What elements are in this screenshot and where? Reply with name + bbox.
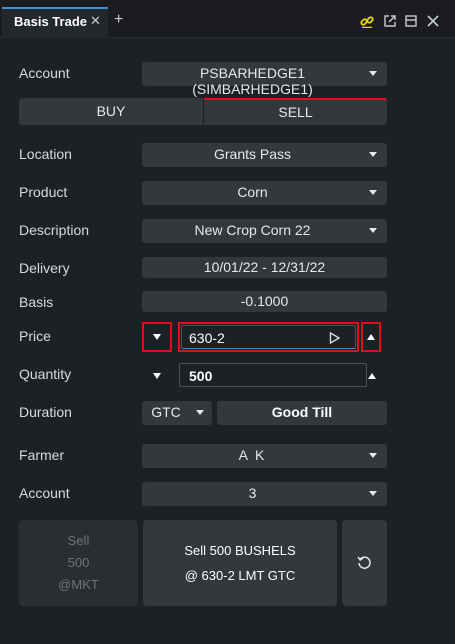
delivery-value: 10/01/22 - 12/31/22 — [203, 259, 326, 275]
tab-basis-trade[interactable]: Basis Trade ✕ — [2, 7, 108, 38]
duration-select[interactable]: GTC — [142, 401, 212, 425]
good-till-label: Good Till — [271, 404, 333, 420]
price-value: 630-2 — [189, 330, 225, 346]
product-select[interactable]: Corn — [142, 181, 387, 205]
sell-button[interactable]: SELL — [204, 98, 387, 125]
sell-market-line3: @MKT — [58, 577, 99, 592]
caret-up-icon — [367, 334, 375, 340]
popout-icon[interactable] — [383, 14, 397, 28]
duration-value: GTC — [151, 404, 181, 420]
sub-account-value: 3 — [248, 485, 257, 501]
close-window-icon[interactable] — [426, 14, 440, 28]
chevron-down-icon — [196, 410, 204, 415]
location-label: Location — [19, 146, 72, 162]
tab-bar: Basis Trade ✕ + — [0, 0, 455, 38]
description-select[interactable]: New Crop Corn 22 — [142, 219, 387, 243]
basis-label: Basis — [19, 294, 54, 310]
quantity-increment-icon[interactable] — [368, 373, 376, 379]
chevron-down-icon — [369, 190, 377, 195]
sell-limit-line1: Sell 500 BUSHELS — [184, 543, 296, 558]
basis-value: -0.1000 — [240, 293, 289, 309]
sell-limit-button[interactable]: Sell 500 BUSHELS @ 630-2 LMT GTC — [143, 520, 337, 606]
basis-field: -0.1000 — [142, 291, 387, 312]
buy-button[interactable]: BUY — [19, 98, 203, 125]
maximize-icon[interactable] — [404, 14, 418, 28]
delivery-field: 10/01/22 - 12/31/22 — [142, 257, 387, 278]
refresh-icon — [357, 556, 371, 569]
farmer-label: Farmer — [19, 447, 65, 463]
farmer-value: A K — [238, 447, 267, 463]
chevron-down-icon — [369, 152, 377, 157]
account-label: Account — [19, 65, 70, 81]
quantity-decrement-icon[interactable] — [153, 373, 161, 379]
tab-title: Basis Trade — [14, 14, 87, 29]
location-value: Grants Pass — [213, 146, 292, 162]
chevron-down-icon — [369, 453, 377, 458]
quantity-value: 500 — [189, 368, 213, 384]
sub-account-select[interactable]: 3 — [142, 482, 387, 506]
reset-button[interactable] — [342, 520, 387, 606]
chevron-down-icon — [369, 228, 377, 233]
sub-account-label: Account — [19, 485, 70, 501]
good-till-button[interactable]: Good Till — [217, 401, 387, 425]
account-select[interactable]: PSBARHEDGE1 (SIMBARHEDGE1) — [142, 62, 387, 97]
sell-market-line2: 500 — [67, 555, 90, 570]
quantity-label: Quantity — [19, 366, 72, 382]
price-label: Price — [19, 328, 51, 344]
sell-limit-line2: @ 630-2 LMT GTC — [184, 568, 296, 583]
product-value: Corn — [237, 184, 268, 200]
delivery-label: Delivery — [19, 260, 70, 276]
duration-label: Duration — [19, 404, 72, 420]
caret-down-icon — [153, 334, 161, 340]
tab-close-icon[interactable]: ✕ — [90, 13, 101, 29]
sell-market-line1: Sell — [67, 533, 90, 548]
chevron-down-icon — [369, 491, 377, 496]
quantity-input[interactable]: 500 — [179, 363, 367, 387]
price-decrement-button[interactable] — [142, 322, 172, 352]
play-icon[interactable] — [329, 332, 340, 344]
description-value: New Crop Corn 22 — [194, 222, 311, 238]
product-label: Product — [19, 184, 68, 200]
farmer-select[interactable]: A K — [142, 444, 387, 468]
account-value: PSBARHEDGE1 (SIMBARHEDGE1) — [192, 65, 313, 97]
price-input[interactable]: 630-2 — [181, 325, 356, 349]
price-increment-button[interactable] — [361, 322, 381, 352]
location-select[interactable]: Grants Pass — [142, 143, 387, 167]
sell-market-button[interactable]: Sell 500 @MKT — [19, 520, 138, 606]
add-tab-icon[interactable]: + — [114, 12, 123, 28]
chevron-down-icon — [369, 71, 377, 76]
description-label: Description — [19, 222, 90, 238]
link-icon[interactable] — [360, 14, 374, 28]
buy-label: BUY — [96, 103, 126, 119]
sell-label: SELL — [278, 104, 313, 120]
